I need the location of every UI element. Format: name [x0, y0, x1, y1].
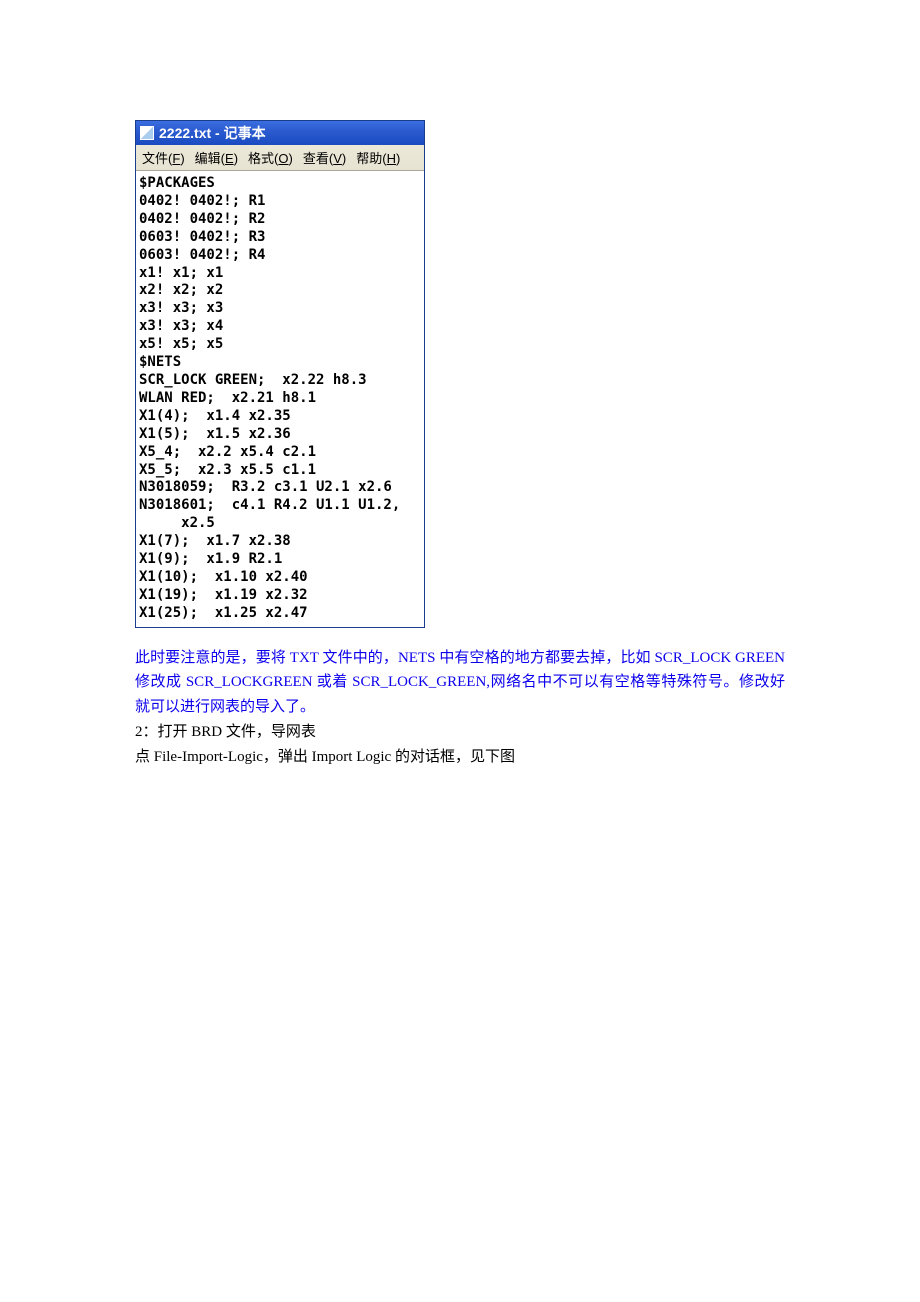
notepad-icon [140, 126, 154, 140]
menu-file[interactable]: 文件(F) [137, 147, 190, 168]
step-2-detail: 点 File-Import-Logic，弹出 Import Logic 的对话框… [135, 749, 515, 765]
menubar: 文件(F) 编辑(E) 格式(O) 查看(V) 帮助(H) [136, 145, 424, 171]
menu-help[interactable]: 帮助(H) [351, 147, 405, 168]
menu-format[interactable]: 格式(O) [243, 147, 298, 168]
window-title: 2222.txt - 记事本 [159, 123, 266, 143]
titlebar[interactable]: 2222.txt - 记事本 [136, 121, 424, 145]
step-2-line: 2：打开 BRD 文件，导网表 [135, 724, 316, 740]
note-paragraph: 此时要注意的是，要将 TXT 文件中的，NETS 中有空格的地方都要去掉，比如 … [135, 650, 785, 716]
menu-view[interactable]: 查看(V) [298, 147, 351, 168]
notepad-window: 2222.txt - 记事本 文件(F) 编辑(E) 格式(O) 查看(V) 帮… [135, 120, 425, 628]
document-body: 此时要注意的是，要将 TXT 文件中的，NETS 中有空格的地方都要去掉，比如 … [135, 646, 785, 770]
menu-edit[interactable]: 编辑(E) [190, 147, 243, 168]
notepad-textarea[interactable]: $PACKAGES 0402! 0402!; R1 0402! 0402!; R… [136, 171, 424, 627]
